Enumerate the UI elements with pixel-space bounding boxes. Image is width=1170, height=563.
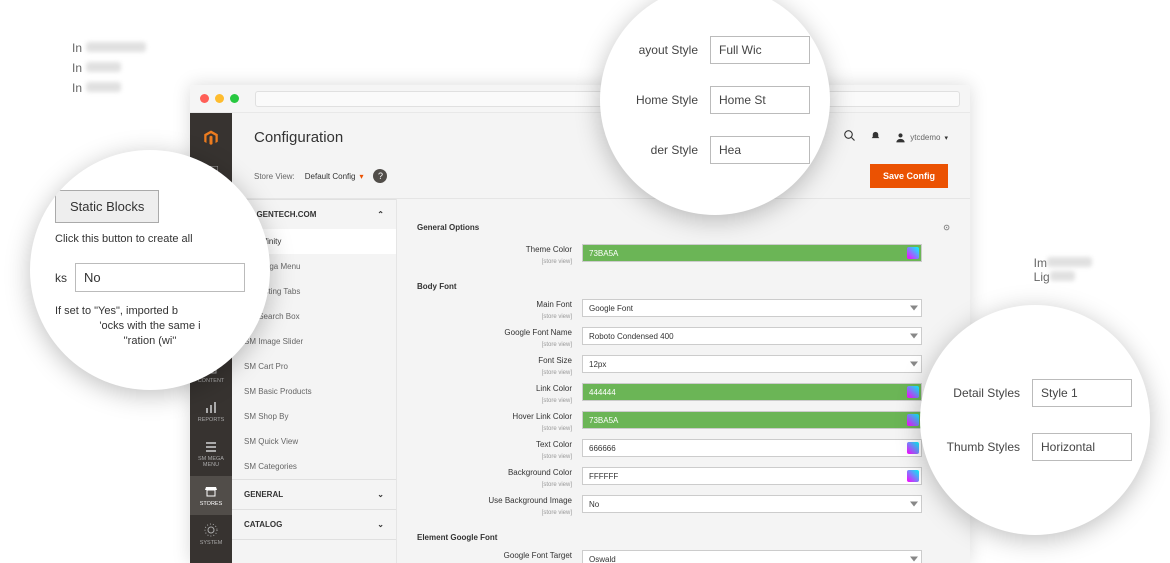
background-right-text: Im Lig (1034, 256, 1092, 284)
detail-styles-label: Detail Styles (938, 386, 1020, 400)
user-avatar-icon (895, 132, 906, 143)
bg-color-input[interactable]: FFFFFF (582, 467, 922, 485)
stores-icon (204, 484, 218, 498)
thumb-styles-select[interactable]: Horizontal (1032, 433, 1132, 461)
nav-sm-mega-menu[interactable]: SM MegaMenu (190, 431, 232, 476)
google-font-name-select[interactable]: Roboto Condensed 400 (582, 327, 922, 345)
use-bg-image-select[interactable]: No (582, 495, 922, 513)
color-swatch-icon (907, 247, 919, 259)
chevron-down-icon: ⌄ (377, 490, 384, 499)
scope-selector[interactable]: Default Config▾ (305, 172, 364, 181)
gear-icon (204, 523, 218, 537)
sub-help-text: If set to "Yes", imported b 'ocks with t… (55, 304, 245, 349)
home-style-label: Home Style (620, 93, 698, 107)
menu-item-sm-image-slider[interactable]: SM Image Slider (232, 329, 396, 354)
close-traffic-icon[interactable] (200, 94, 209, 103)
text-color-input[interactable]: 666666 (582, 439, 922, 457)
chevron-down-icon: ⌄ (377, 520, 384, 529)
nav-logo[interactable] (190, 121, 232, 158)
header-style-label: der Style (620, 143, 698, 157)
theme-color-input[interactable]: 73BA5A (582, 244, 922, 262)
settings-panel: General Options⊙ Theme Color[store view]… (397, 199, 970, 563)
menu-item-sm-categories[interactable]: SM Categories (232, 454, 396, 479)
field-label: Google Font Target (504, 551, 572, 560)
notifications-icon[interactable] (870, 130, 881, 145)
background-header-text: In In In (72, 38, 146, 98)
collapse-icon: ⊙ (943, 223, 950, 232)
home-style-select[interactable]: Home St (710, 86, 810, 114)
menu-item-sm-shop-by[interactable]: SM Shop By (232, 404, 396, 429)
font-size-select[interactable]: 12px (582, 355, 922, 373)
reports-icon (204, 400, 218, 414)
browser-titlebar (190, 85, 970, 113)
main-font-select[interactable]: Google Font (582, 299, 922, 317)
field-label: Google Font Name (504, 328, 572, 337)
color-swatch-icon (907, 386, 919, 398)
scope-label: Store View: (254, 172, 295, 181)
color-swatch-icon (907, 470, 919, 482)
nav-find-partners[interactable]: Find Partners& Extensions (190, 554, 232, 563)
save-config-button[interactable]: Save Config (870, 164, 948, 188)
content-area: Configuration ytcdemo▾ Store View: Defau… (232, 113, 970, 563)
zoom-static-blocks: Static Blocks Click this button to creat… (30, 150, 270, 390)
detail-styles-select[interactable]: Style 1 (1032, 379, 1132, 407)
header-style-select[interactable]: Hea (710, 136, 810, 164)
layout-style-select[interactable]: Full Wic (710, 36, 810, 64)
menu-group-catalog[interactable]: CATALOG⌄ (232, 509, 396, 540)
import-blocks-select[interactable]: No (75, 263, 245, 292)
link-color-input[interactable]: 444444 (582, 383, 922, 401)
field-label: Background Color (508, 468, 572, 477)
field-label: Hover Link Color (512, 412, 572, 421)
maximize-traffic-icon[interactable] (230, 94, 239, 103)
help-icon[interactable]: ? (373, 169, 387, 183)
hover-link-color-input[interactable]: 73BA5A (582, 411, 922, 429)
browser-window: Dashboard $Sales Products Customers Mark… (190, 85, 970, 563)
magento-icon (202, 129, 220, 147)
menu-item-sm-cart-pro[interactable]: SM Cart Pro (232, 354, 396, 379)
field-label: Main Font (536, 300, 572, 309)
user-menu[interactable]: ytcdemo▾ (895, 132, 948, 143)
google-font-target-select[interactable]: Oswald (582, 550, 922, 563)
field-label: Font Size (538, 356, 572, 365)
cutoff-label: ks (55, 271, 67, 285)
layout-style-label: ayout Style (620, 43, 698, 57)
menu-item-sm-basic-products[interactable]: SM Basic Products (232, 379, 396, 404)
field-label: Theme Color (526, 245, 572, 254)
scope-row: Store View: Default Config▾ ? Save Confi… (232, 154, 970, 199)
minimize-traffic-icon[interactable] (215, 94, 224, 103)
zoom-detail-styles: Detail Styles Style 1 Thumb Styles Horizon… (920, 305, 1150, 535)
field-label: Use Background Image (488, 496, 572, 505)
nav-stores[interactable]: Stores (190, 476, 232, 515)
nav-reports[interactable]: Reports (190, 392, 232, 431)
helper-text: Click this button to create all (55, 233, 245, 245)
thumb-styles-label: Thumb Styles (938, 440, 1020, 454)
search-icon[interactable] (844, 130, 856, 145)
admin-app: Dashboard $Sales Products Customers Mark… (190, 113, 970, 563)
field-label: Link Color (536, 384, 572, 393)
menu-group-general[interactable]: GENERAL⌄ (232, 479, 396, 509)
color-swatch-icon (907, 414, 919, 426)
field-label: Text Color (536, 440, 572, 449)
color-swatch-icon (907, 442, 919, 454)
menu-item-sm-quick-view[interactable]: SM Quick View (232, 429, 396, 454)
chevron-up-icon: ⌃ (377, 210, 384, 219)
menu-icon (204, 439, 218, 453)
nav-system[interactable]: System (190, 515, 232, 554)
section-general-options[interactable]: General Options⊙ (417, 223, 950, 232)
static-blocks-button[interactable]: Static Blocks (55, 190, 159, 223)
subsection-body-font: Body Font (417, 282, 950, 291)
